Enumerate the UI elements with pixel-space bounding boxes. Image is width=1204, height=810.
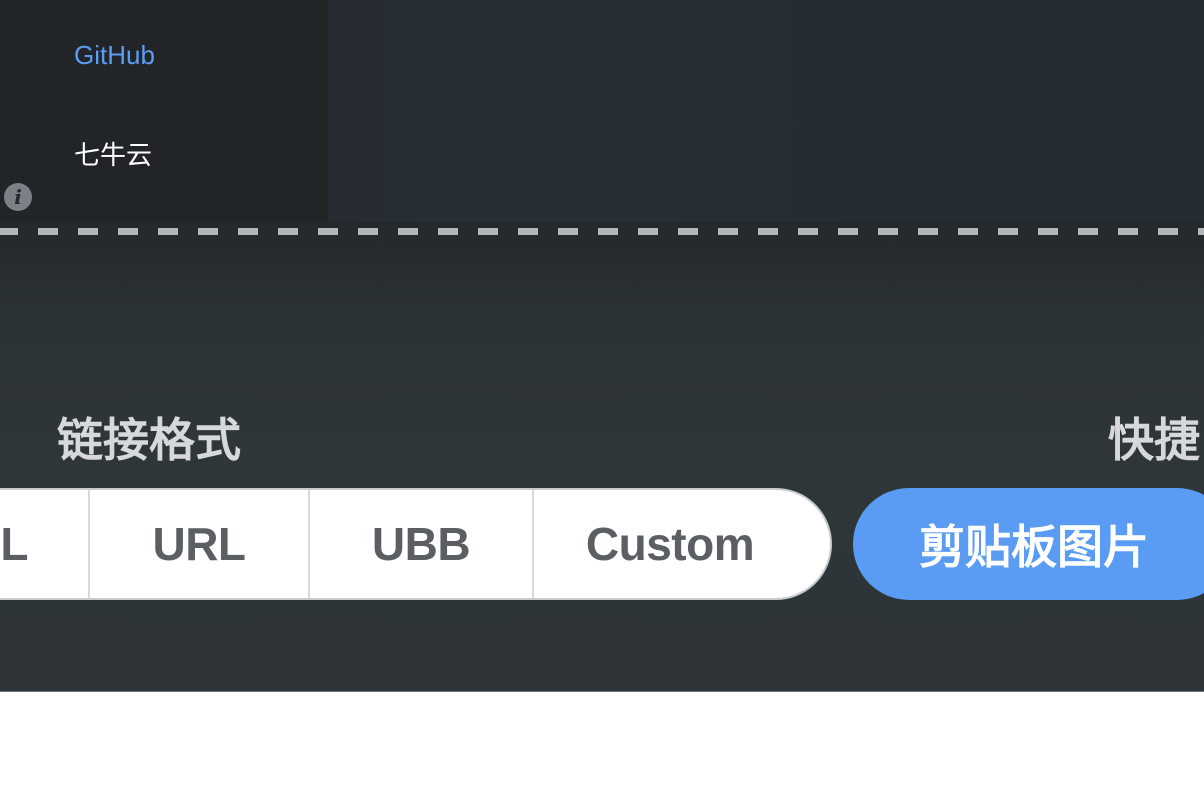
link-format-option-l[interactable]: L — [0, 490, 90, 598]
clipboard-image-button[interactable]: 剪贴板图片 — [853, 488, 1204, 600]
link-format-option-url[interactable]: URL — [90, 490, 310, 598]
settings-panel: 链接格式 快捷 L URL UBB Custom 剪贴板图片 — [0, 222, 1204, 692]
link-format-option-ubb[interactable]: UBB — [310, 490, 534, 598]
link-format-label: 链接格式 — [57, 414, 241, 466]
dashed-divider — [0, 228, 1204, 235]
sidebar-item-github[interactable]: GitHub — [74, 40, 155, 70]
shortcut-label: 快捷 — [1108, 414, 1200, 466]
link-format-option-custom[interactable]: Custom — [534, 490, 830, 598]
blank-area — [0, 692, 1204, 810]
app-window: GitHub 七牛云 i 链接格式 快捷 L URL UBB Custom 剪贴… — [0, 0, 1204, 810]
link-format-segmented-control: L URL UBB Custom — [0, 488, 832, 600]
top-content-area: GitHub 七牛云 i — [0, 0, 1204, 222]
info-icon[interactable]: i — [4, 183, 32, 211]
sidebar: GitHub 七牛云 i — [0, 0, 328, 222]
sidebar-item-qiniu[interactable]: 七牛云 — [74, 140, 152, 170]
